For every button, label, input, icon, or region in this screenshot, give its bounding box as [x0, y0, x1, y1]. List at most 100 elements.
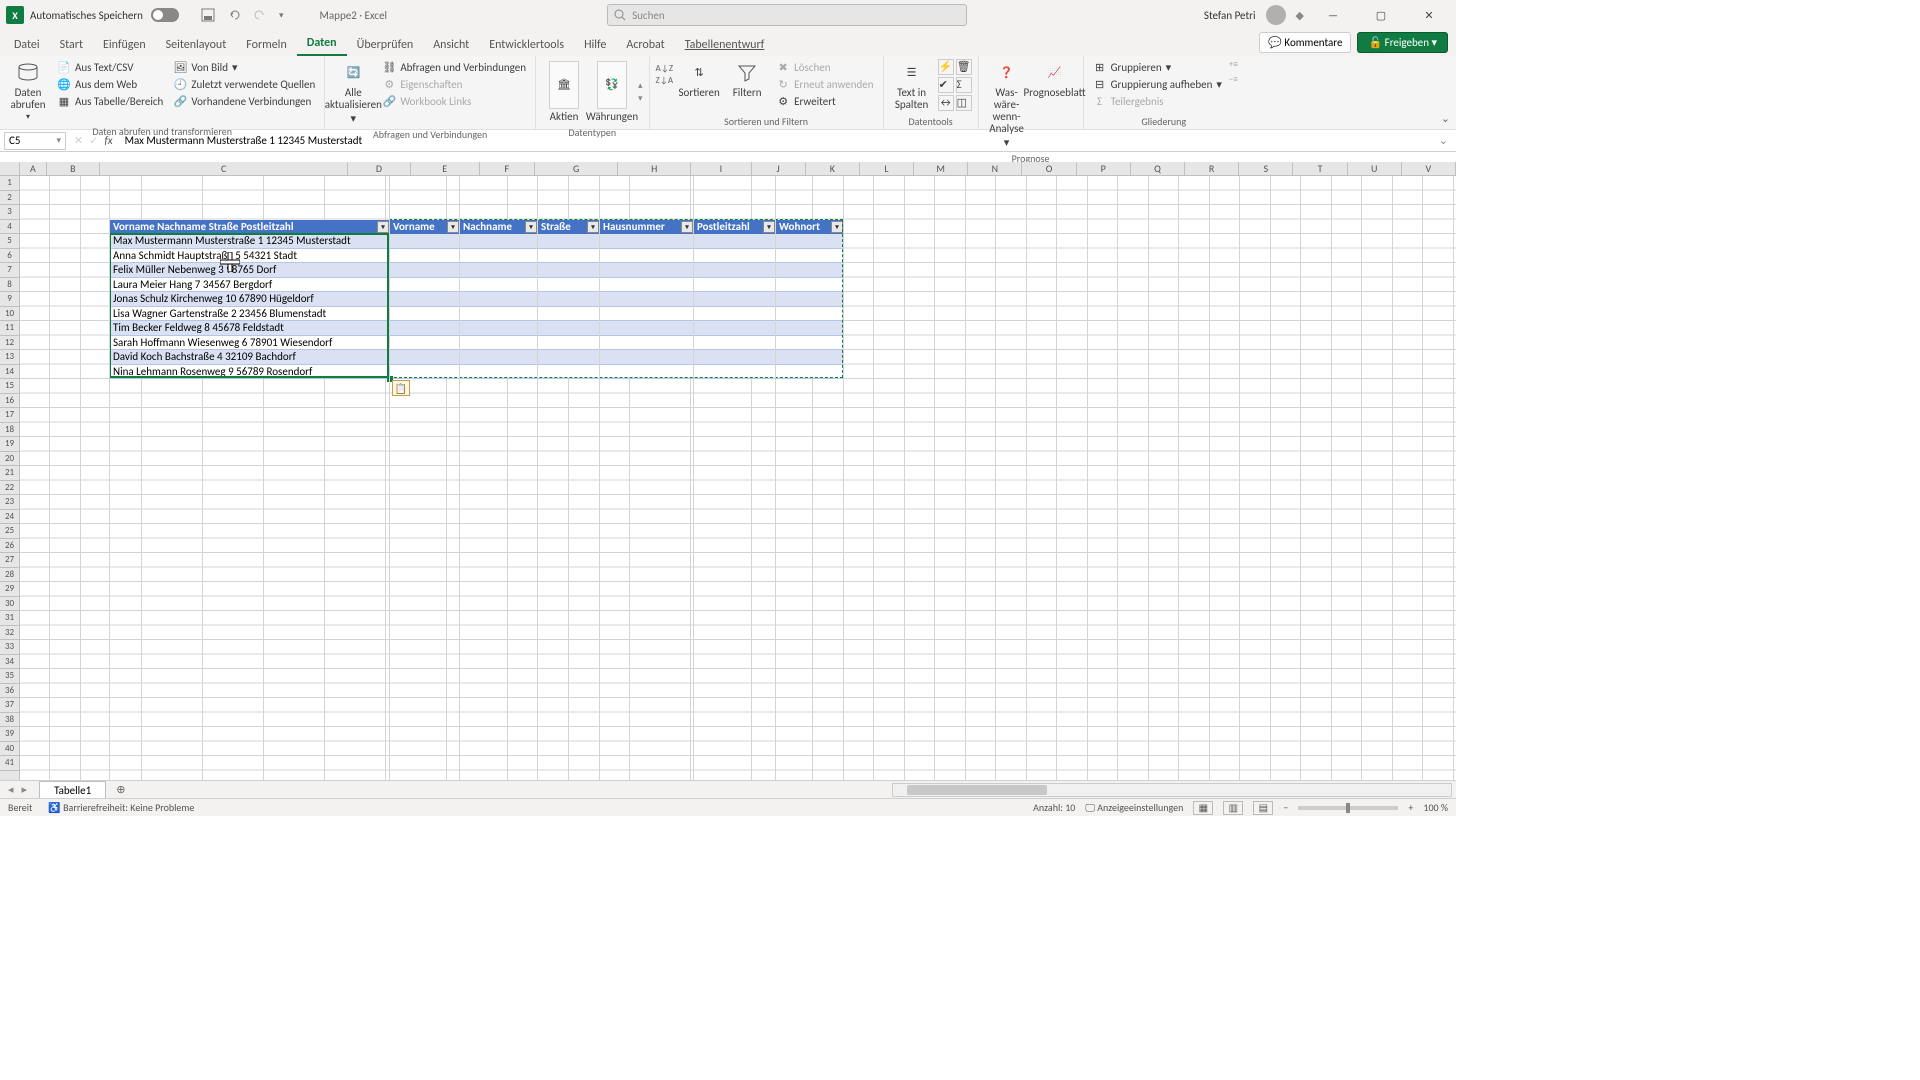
row-header-8[interactable]: 8 [0, 278, 19, 293]
collapse-ribbon-icon[interactable]: ⌄ [1441, 112, 1450, 125]
table2-cell[interactable] [460, 307, 538, 322]
qat-dropdown-icon[interactable]: ▾ [273, 6, 290, 25]
tab-einfuegen[interactable]: Einfügen [93, 33, 156, 56]
sort-az-buttons[interactable]: A↓ZZ↓A [656, 59, 674, 86]
row-header-36[interactable]: 36 [0, 684, 19, 699]
table2-cell[interactable] [460, 350, 538, 365]
row-header-26[interactable]: 26 [0, 539, 19, 554]
table2-cell[interactable] [460, 292, 538, 307]
row-header-14[interactable]: 14 [0, 365, 19, 380]
col-header-J[interactable]: J [752, 162, 806, 175]
table2-cell[interactable] [390, 365, 460, 380]
table2-cell[interactable] [776, 321, 844, 336]
filter-dropdown-icon[interactable]: ▾ [587, 221, 599, 233]
table2-cell[interactable] [538, 234, 600, 249]
autosave-toggle[interactable]: Automatisches Speichern [30, 8, 185, 22]
table2-cell[interactable] [776, 263, 844, 278]
paste-options-icon[interactable]: 📋 [392, 380, 410, 396]
filter-dropdown-icon[interactable]: ▾ [763, 221, 775, 233]
row-header-41[interactable]: 41 [0, 756, 19, 771]
datatypes-down-icon[interactable]: ▾ [638, 93, 643, 104]
table2-cell[interactable] [776, 365, 844, 380]
remove-dup-icon[interactable]: 🗑 [956, 59, 972, 75]
col-header-V[interactable]: V [1402, 162, 1456, 175]
group-button[interactable]: ⊞Gruppieren ▾ [1090, 59, 1225, 75]
cancel-formula-icon[interactable]: ✕ [74, 134, 83, 147]
forecast-sheet-button[interactable]: 📈Prognoseblatt [1033, 59, 1077, 101]
table2-cell[interactable] [390, 336, 460, 351]
data-validation-icon[interactable]: ✔ [938, 77, 954, 93]
row-header-31[interactable]: 31 [0, 611, 19, 626]
zoom-slider[interactable] [1298, 806, 1398, 810]
table2-cell[interactable] [694, 234, 776, 249]
table1-header[interactable]: Vorname Nachname Straße Postleitzahl▾ [110, 220, 390, 235]
table2-cell[interactable] [694, 321, 776, 336]
row-header-9[interactable]: 9 [0, 292, 19, 307]
table2-cell[interactable] [460, 365, 538, 380]
table2-cell[interactable] [390, 292, 460, 307]
zoom-out-icon[interactable]: − [1283, 801, 1288, 814]
table1-row[interactable]: Anna Schmidt Hauptstraße 5 54321 Stadt [110, 249, 390, 264]
table2-cell[interactable] [390, 263, 460, 278]
table2-header-nachname[interactable]: Nachname▾ [460, 220, 538, 235]
col-header-I[interactable]: I [691, 162, 751, 175]
zoom-level[interactable]: 100 % [1423, 801, 1448, 814]
table2-cell[interactable] [694, 278, 776, 293]
col-header-O[interactable]: O [1022, 162, 1076, 175]
tab-acrobat[interactable]: Acrobat [616, 33, 674, 56]
expand-formula-bar-icon[interactable]: ⌄ [1431, 134, 1456, 147]
row-header-32[interactable]: 32 [0, 626, 19, 641]
row-header-34[interactable]: 34 [0, 655, 19, 670]
page-break-view-icon[interactable]: ▤ [1253, 801, 1273, 815]
table2-cell[interactable] [776, 278, 844, 293]
horizontal-scrollbar[interactable] [892, 783, 1452, 797]
from-web-button[interactable]: 🌐Aus dem Web [54, 76, 166, 92]
row-header-25[interactable]: 25 [0, 524, 19, 539]
table2-cell[interactable] [600, 249, 694, 264]
col-header-P[interactable]: P [1077, 162, 1131, 175]
from-image-button[interactable]: 🖼Von Bild ▾ [170, 59, 318, 75]
accept-formula-icon[interactable]: ✓ [89, 134, 98, 147]
sheet-tab-1[interactable]: Tabelle1 [39, 781, 106, 799]
table2-header-hausnummer[interactable]: Hausnummer▾ [600, 220, 694, 235]
select-all-corner[interactable] [0, 162, 20, 176]
table2-cell[interactable] [538, 292, 600, 307]
table2-cell[interactable] [600, 292, 694, 307]
share-button[interactable]: 🔓 Freigeben ▾ [1357, 32, 1448, 53]
table2-cell[interactable] [538, 263, 600, 278]
table2-cell[interactable] [600, 307, 694, 322]
row-header-21[interactable]: 21 [0, 466, 19, 481]
row-header-39[interactable]: 39 [0, 727, 19, 742]
col-header-E[interactable]: E [411, 162, 480, 175]
table2-cell[interactable] [600, 336, 694, 351]
filter-dropdown-icon[interactable]: ▾ [447, 221, 459, 233]
table2-cell[interactable] [538, 321, 600, 336]
consolidate-icon[interactable]: Σ [956, 77, 972, 93]
row-header-17[interactable]: 17 [0, 408, 19, 423]
col-header-H[interactable]: H [618, 162, 691, 175]
table2-cell[interactable] [600, 350, 694, 365]
close-button[interactable]: ✕ [1410, 1, 1448, 29]
get-data-button[interactable]: Daten abrufen▾ [6, 59, 50, 124]
from-text-csv-button[interactable]: 📄Aus Text/CSV [54, 59, 166, 75]
row-header-40[interactable]: 40 [0, 742, 19, 757]
table1-row[interactable]: Max Mustermann Musterstraße 1 12345 Must… [110, 234, 390, 249]
row-header-5[interactable]: 5 [0, 234, 19, 249]
row-header-33[interactable]: 33 [0, 640, 19, 655]
col-header-L[interactable]: L [860, 162, 914, 175]
table2-cell[interactable] [538, 336, 600, 351]
table2-cell[interactable] [390, 307, 460, 322]
minimize-button[interactable]: — [1314, 1, 1352, 29]
row-header-29[interactable]: 29 [0, 582, 19, 597]
col-header-U[interactable]: U [1348, 162, 1402, 175]
col-header-Q[interactable]: Q [1131, 162, 1185, 175]
table2-header-straße[interactable]: Straße▾ [538, 220, 600, 235]
table1-row[interactable]: Laura Meier Hang 7 34567 Bergdorf [110, 278, 390, 293]
redo-icon[interactable] [247, 4, 273, 26]
tab-tabellenentwurf[interactable]: Tabellenentwurf [675, 33, 775, 56]
diamond-icon[interactable]: ◆ [1296, 9, 1304, 22]
tab-entwicklertools[interactable]: Entwicklertools [479, 33, 574, 56]
table2-cell[interactable] [538, 278, 600, 293]
sort-button[interactable]: ⇅Sortieren [677, 59, 721, 101]
table2-cell[interactable] [776, 336, 844, 351]
